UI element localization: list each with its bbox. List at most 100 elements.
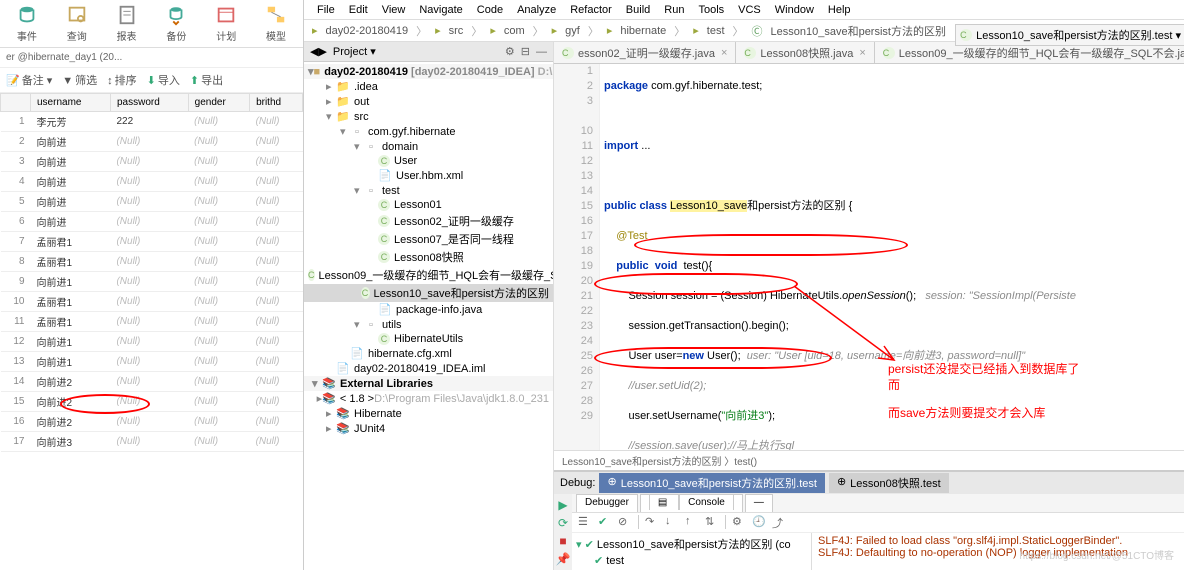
debug-tab[interactable]: ⊕Lesson08快照.test — [829, 473, 949, 493]
code-editor[interactable]: 1231011121314151617181920212223242526272… — [554, 64, 1184, 450]
db-tool-backup[interactable]: 备份 — [155, 4, 197, 43]
tree-node[interactable]: 📄package-info.java — [304, 302, 553, 317]
table-row[interactable]: 10孟丽君1(Null)(Null)(Null) — [1, 292, 303, 312]
tree-node[interactable]: CHibernateUtils — [304, 332, 553, 346]
gear-icon[interactable]: ⚙ — [732, 515, 746, 529]
col-header[interactable]: brithd — [250, 94, 303, 112]
menu-vcs[interactable]: VCS — [733, 2, 766, 18]
table-row[interactable]: 17向前进3(Null)(Null)(Null) — [1, 432, 303, 452]
tree-node[interactable]: 📄User.hbm.xml — [304, 168, 553, 183]
crumb-item[interactable]: test — [705, 25, 727, 37]
sort-icon[interactable]: ⇅ — [705, 515, 719, 529]
console-tab[interactable]: ▤ Console — [640, 494, 743, 512]
tree-node[interactable]: CLesson07_是否同一线程 — [304, 230, 553, 248]
tree-root[interactable]: ▾■ day02-20180419 [day02-20180419_IDEA] … — [304, 64, 553, 79]
table-row[interactable]: 5向前进(Null)(Null)(Null) — [1, 192, 303, 212]
table-row[interactable]: 15向前进2(Null)(Null)(Null) — [1, 392, 303, 412]
tree-node[interactable]: ▸📚Hibernate — [304, 406, 553, 421]
col-header[interactable]: gender — [188, 94, 249, 112]
table-row[interactable]: 8孟丽君1(Null)(Null)(Null) — [1, 252, 303, 272]
tree-node[interactable]: ▸📁.idea — [304, 79, 553, 94]
crumb-item[interactable]: src — [447, 25, 466, 37]
db-tool-model[interactable]: 模型 — [255, 4, 297, 43]
table-row[interactable]: 7孟丽君1(Null)(Null)(Null) — [1, 232, 303, 252]
test-tree[interactable]: ▾ ✔ Lesson10_save和persist方法的区别 (co ✔ tes… — [572, 533, 812, 570]
rerun2-icon[interactable]: ⟳ — [558, 516, 568, 530]
tree-node[interactable]: ▾📁src — [304, 109, 553, 124]
data-grid[interactable]: usernamepasswordgenderbrithd 1李元芳222(Nul… — [0, 93, 303, 570]
arrow-icon[interactable]: ◀▶ — [310, 45, 327, 58]
tree-node[interactable]: CLesson08快照 — [304, 248, 553, 266]
crumb-item[interactable]: gyf — [563, 25, 582, 37]
hide-tab-icon[interactable]: — — [745, 494, 773, 512]
table-row[interactable]: 12向前进1(Null)(Null)(Null) — [1, 332, 303, 352]
step-over-icon[interactable]: ↷ — [645, 515, 659, 529]
table-row[interactable]: 9向前进1(Null)(Null)(Null) — [1, 272, 303, 292]
tree-node[interactable]: 📄day02-20180419_IDEA.iml — [304, 361, 553, 376]
menu-edit[interactable]: Edit — [344, 2, 373, 18]
editor-tab[interactable]: Cesson02_证明一级缓存.java× — [554, 42, 736, 63]
menu-run[interactable]: Run — [659, 2, 689, 18]
tree-node[interactable]: ▸📚< 1.8 > D:\Program Files\Java\jdk1.8.0… — [304, 391, 553, 406]
debug-tab-active[interactable]: ⊕Lesson10_save和persist方法的区别.test — [599, 473, 824, 493]
col-header[interactable] — [1, 94, 31, 112]
expand-icon[interactable]: ☰ — [578, 515, 592, 529]
tree-node[interactable]: ▸📁out — [304, 94, 553, 109]
tree-node[interactable]: ▾▫test — [304, 183, 553, 198]
crumb-item[interactable]: Lesson10_save和persist方法的区别 — [769, 23, 948, 39]
pin-icon[interactable]: 📌 — [556, 552, 571, 566]
tree-node[interactable]: CUser — [304, 154, 553, 168]
tree-node[interactable]: 📄hibernate.cfg.xml — [304, 346, 553, 361]
col-header[interactable]: password — [110, 94, 188, 112]
filter-note[interactable]: 📝备注 ▾ — [6, 72, 52, 88]
filter-export[interactable]: ⬆导出 — [190, 72, 223, 88]
db-tool-event[interactable]: 事件 — [6, 4, 48, 43]
crumb-item[interactable]: com — [502, 25, 527, 37]
menu-tools[interactable]: Tools — [693, 2, 729, 18]
menu-refactor[interactable]: Refactor — [565, 2, 617, 18]
menu-code[interactable]: Code — [472, 2, 508, 18]
db-tool-query[interactable]: 查询 — [56, 4, 98, 43]
code-lines[interactable]: package com.gyf.hibernate.test; import .… — [600, 64, 1184, 450]
tree-node[interactable]: ▾📚External Libraries — [304, 376, 553, 391]
table-row[interactable]: 11孟丽君1(Null)(Null)(Null) — [1, 312, 303, 332]
project-tree-header[interactable]: ◀▶ Project ▾ ⚙ ⊟ — — [304, 42, 553, 62]
table-row[interactable]: 13向前进1(Null)(Null)(Null) — [1, 352, 303, 372]
menu-analyze[interactable]: Analyze — [512, 2, 561, 18]
ignore-icon[interactable]: ⊘ — [618, 515, 632, 529]
crumb-item[interactable]: hibernate — [618, 25, 668, 37]
hide-icon[interactable]: — — [536, 46, 547, 58]
filter-filter[interactable]: ▼筛选 — [62, 72, 97, 88]
menu-build[interactable]: Build — [621, 2, 655, 18]
tree-node[interactable]: ▾▫domain — [304, 139, 553, 154]
table-row[interactable]: 1李元芳222(Null)(Null) — [1, 112, 303, 132]
table-row[interactable]: 3向前进(Null)(Null)(Null) — [1, 152, 303, 172]
export-icon[interactable]: ⤴ — [772, 515, 786, 529]
step-into-icon[interactable]: ↓ — [665, 515, 679, 529]
db-tool-plan[interactable]: 计划 — [205, 4, 247, 43]
col-header[interactable]: username — [31, 94, 111, 112]
rerun-icon[interactable]: ▶ — [558, 498, 567, 512]
tree-node[interactable]: CLesson02_证明一级缓存 — [304, 212, 553, 230]
table-row[interactable]: 6向前进(Null)(Null)(Null) — [1, 212, 303, 232]
project-tree[interactable]: ◀▶ Project ▾ ⚙ ⊟ — ▾■ day02-20180419 [da… — [304, 42, 554, 570]
table-row[interactable]: 4向前进(Null)(Null)(Null) — [1, 172, 303, 192]
menu-file[interactable]: File — [312, 2, 340, 18]
crumb-item[interactable]: day02-20180419 — [324, 25, 411, 37]
collapse-icon[interactable]: ⊟ — [521, 45, 530, 58]
close-icon[interactable]: × — [721, 47, 727, 59]
step-out-icon[interactable]: ↑ — [685, 515, 699, 529]
history-icon[interactable]: 🕘 — [752, 515, 766, 529]
db-tool-report[interactable]: 报表 — [106, 4, 148, 43]
table-row[interactable]: 16向前进2(Null)(Null)(Null) — [1, 412, 303, 432]
debugger-tab[interactable]: Debugger — [576, 494, 638, 512]
menu-view[interactable]: View — [377, 2, 411, 18]
tree-node[interactable]: CLesson10_save和persist方法的区别 — [304, 284, 553, 302]
gear-icon[interactable]: ⚙ — [505, 45, 515, 58]
table-row[interactable]: 14向前进2(Null)(Null)(Null) — [1, 372, 303, 392]
menu-navigate[interactable]: Navigate — [414, 2, 467, 18]
menu-window[interactable]: Window — [770, 2, 819, 18]
tree-node[interactable]: ▸📚JUnit4 — [304, 421, 553, 436]
filter-sort[interactable]: ↕排序 — [107, 72, 137, 88]
stop-icon[interactable]: ■ — [559, 534, 566, 548]
